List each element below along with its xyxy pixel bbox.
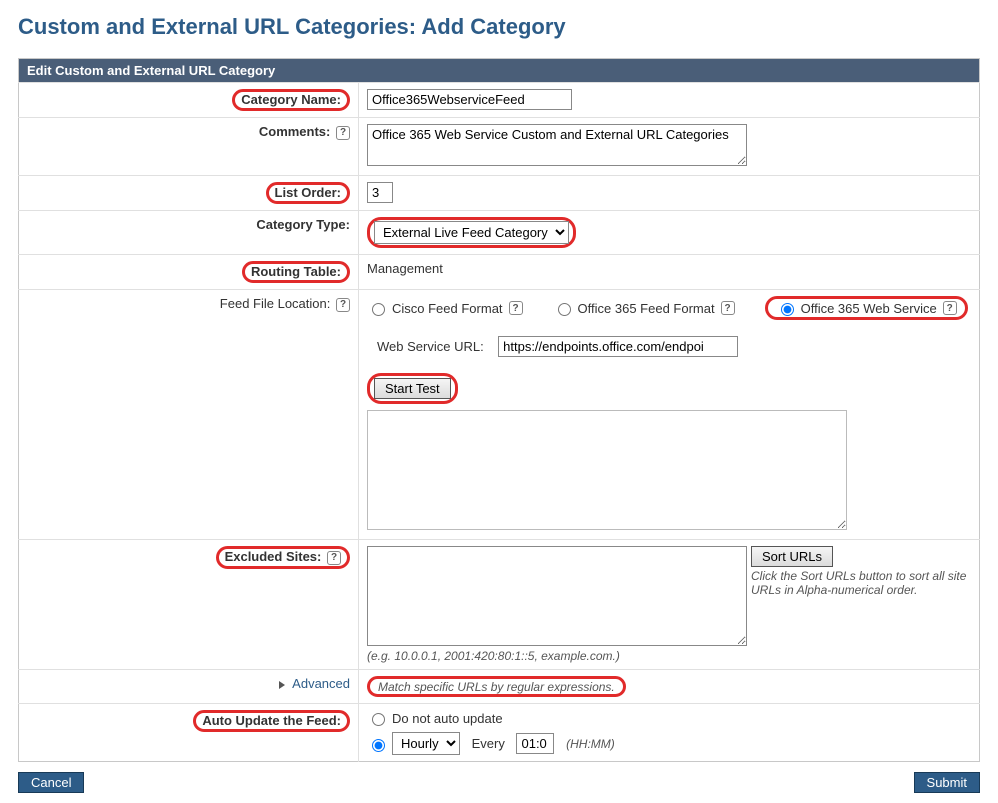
help-icon[interactable]: ? (336, 126, 350, 140)
expand-icon[interactable] (279, 681, 285, 689)
help-icon[interactable]: ? (327, 551, 341, 565)
auto-update-label: Auto Update the Feed: (193, 710, 350, 732)
excluded-sites-label: Excluded Sites: (225, 549, 322, 564)
web-service-url-label: Web Service URL: (377, 339, 484, 354)
submit-button[interactable]: Submit (914, 772, 980, 793)
every-label: Every (472, 736, 505, 751)
o365-ws-radio[interactable] (781, 303, 794, 316)
category-type-label: Category Type: (256, 217, 350, 232)
start-test-button[interactable]: Start Test (374, 378, 451, 399)
excluded-sites-hint: (e.g. 10.0.0.1, 2001:420:80:1::5, exampl… (367, 649, 971, 663)
help-icon[interactable]: ? (721, 301, 735, 315)
list-order-input[interactable] (367, 182, 393, 203)
feed-location-label: Feed File Location: (220, 296, 331, 311)
o365-feed-label: Office 365 Feed Format (578, 301, 715, 316)
cisco-feed-label: Cisco Feed Format (392, 301, 503, 316)
advanced-toggle[interactable]: Advanced (292, 676, 350, 691)
o365-feed-radio[interactable] (558, 303, 571, 316)
no-auto-update-radio[interactable] (372, 713, 385, 726)
page-title: Custom and External URL Categories: Add … (18, 14, 980, 40)
section-header: Edit Custom and External URL Category (19, 59, 980, 83)
routing-table-value: Management (367, 261, 443, 276)
category-name-input[interactable] (367, 89, 572, 110)
sort-urls-hint: Click the Sort URLs button to sort all s… (751, 569, 966, 597)
category-name-label: Category Name: (232, 89, 350, 111)
test-output-textarea[interactable] (367, 410, 847, 530)
form-table: Edit Custom and External URL Category Ca… (18, 58, 980, 762)
sort-urls-button[interactable]: Sort URLs (751, 546, 833, 567)
help-icon[interactable]: ? (943, 301, 957, 315)
comments-label: Comments: (259, 124, 331, 139)
routing-table-label: Routing Table: (242, 261, 350, 283)
category-type-select[interactable]: External Live Feed Category (374, 221, 569, 244)
advanced-desc: Match specific URLs by regular expressio… (378, 680, 615, 694)
cisco-feed-radio[interactable] (372, 303, 385, 316)
o365-ws-label: Office 365 Web Service (801, 301, 937, 316)
web-service-url-input[interactable] (498, 336, 738, 357)
comments-textarea[interactable]: Office 365 Web Service Custom and Extern… (367, 124, 747, 166)
no-auto-update-label: Do not auto update (392, 711, 503, 726)
list-order-label: List Order: (266, 182, 350, 204)
time-hint: (HH:MM) (566, 737, 615, 751)
help-icon[interactable]: ? (509, 301, 523, 315)
freq-auto-update-radio[interactable] (372, 739, 385, 752)
auto-update-time-input[interactable] (516, 733, 554, 754)
excluded-sites-textarea[interactable] (367, 546, 747, 646)
cancel-button[interactable]: Cancel (18, 772, 84, 793)
help-icon[interactable]: ? (336, 298, 350, 312)
auto-update-freq-select[interactable]: Hourly (392, 732, 460, 755)
